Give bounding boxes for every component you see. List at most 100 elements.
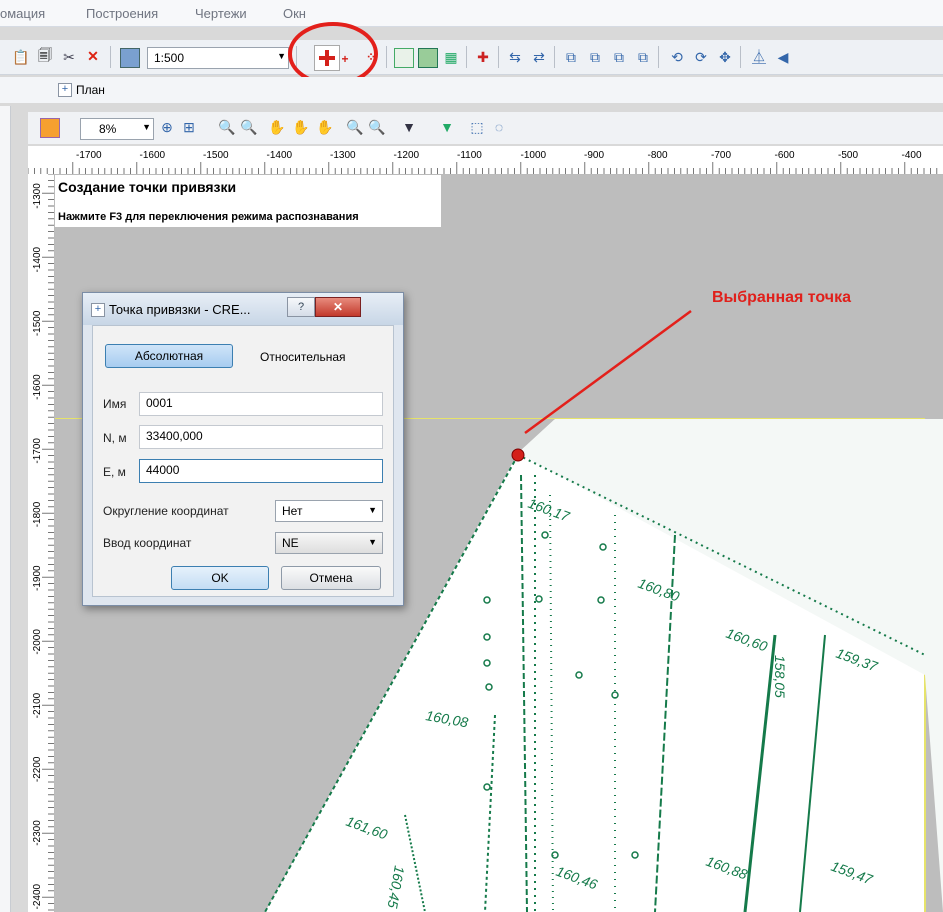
zoom-prev-icon[interactable]: 🔍 (346, 118, 364, 136)
scale-value: 1:500 (154, 51, 185, 65)
reference-point-dialog: + Точка привязки - CRE... ? ✕ Абсолютная… (82, 292, 404, 606)
rotate-right-icon[interactable]: ⟳ (692, 48, 710, 66)
pan-icon[interactable]: ✋ (268, 118, 286, 136)
delete-icon[interactable]: ✕ (84, 47, 102, 65)
dialog-titlebar[interactable]: + Точка привязки - CRE... ? ✕ (83, 293, 403, 325)
n-coordinate-field[interactable] (139, 425, 383, 449)
zoom-extents-icon[interactable]: ⊞ (180, 118, 198, 136)
e-coordinate-field[interactable] (139, 459, 383, 483)
point-edit-icon[interactable]: ✚ (474, 48, 492, 66)
map-settings-icon[interactable] (40, 118, 60, 138)
zoom-out-icon[interactable]: 🔍 (218, 118, 236, 136)
frame-fill-icon[interactable] (418, 48, 438, 68)
toolbar-separator (498, 46, 499, 68)
menu-item-drawings[interactable]: Чертежи (195, 6, 247, 21)
swap-reverse-icon[interactable]: ⇄ (530, 48, 548, 66)
help-icon[interactable]: ? (287, 297, 315, 317)
pan-new-icon[interactable]: ✋ (316, 118, 334, 136)
copy-icon[interactable]: 🗐 (36, 47, 54, 66)
ruler-tick-label: -2100 (32, 692, 43, 718)
ruler-tick-label: -1500 (32, 310, 43, 336)
ruler-ticks: -1700 -1600 -1500 -1400 -1300 -1200 -1100 -1000… (28, 150, 938, 174)
e-coordinate-input[interactable] (140, 460, 376, 480)
menu-item-automation[interactable]: омация (0, 6, 45, 21)
ruler-tick-label: -1900 (32, 565, 43, 591)
cut-icon[interactable]: ✂ (60, 48, 78, 66)
ruler-tick-label: -500 (838, 150, 858, 161)
filter-icon[interactable]: ▼ (400, 118, 418, 136)
dialog-body: Абсолютная Относительная Имя N, м E, м О… (92, 325, 394, 597)
ruler-tick-label: -1700 (76, 150, 102, 161)
zoom-select[interactable]: 8% ▼ (80, 118, 154, 140)
ruler-tick-label: -600 (775, 150, 795, 161)
expand-icon[interactable]: + (58, 83, 72, 97)
frame-icon[interactable] (394, 48, 414, 68)
toolbar-separator (658, 46, 659, 68)
select-lasso-icon[interactable]: ◌ (490, 118, 508, 136)
layer-front-icon[interactable]: ⧉ (562, 48, 580, 66)
name-input[interactable] (140, 393, 376, 413)
pan-alt-icon[interactable]: ✋ (292, 118, 310, 136)
ruler-tick-label: -1800 (32, 501, 43, 527)
ruler-tick-label: -1100 (457, 150, 482, 161)
window-icon: + (91, 303, 105, 317)
selected-point-marker[interactable] (511, 448, 525, 462)
menu-bar: омация Построения Чертежи Окн (0, 0, 943, 27)
move-icon[interactable]: ✥ (716, 48, 734, 66)
ruler-tick-label: -2400 (32, 883, 43, 909)
grid-transform-icon[interactable]: ▦ (442, 48, 460, 66)
dialog-title: Точка привязки - CRE... (109, 302, 251, 317)
annotation-arrow (524, 309, 692, 435)
grid-points-icon[interactable]: ⁘ (362, 48, 380, 66)
input-mode-value: NE (282, 536, 299, 550)
hint-subtitle: Нажмите F3 для переключения режима распо… (58, 211, 359, 223)
zoom-next-icon[interactable]: 🔍 (368, 118, 386, 136)
ruler-tick-label: -800 (648, 150, 668, 161)
scan-elevation-label: 158,05 (772, 655, 788, 698)
menu-item-constructions[interactable]: Построения (86, 6, 158, 21)
mirror-icon[interactable]: ⏅ (750, 48, 768, 66)
name-field[interactable] (139, 392, 383, 416)
swap-icon[interactable]: ⇆ (506, 48, 524, 66)
rounding-label: Округление координат (103, 504, 229, 518)
rotate-left-icon[interactable]: ⟲ (668, 48, 686, 66)
n-coordinate-input[interactable] (140, 426, 376, 446)
zoom-value: 8% (99, 122, 117, 136)
close-icon[interactable]: ✕ (315, 297, 361, 317)
toolbar-separator (554, 46, 555, 68)
menu-item-window[interactable]: Окн (283, 6, 306, 21)
input-mode-select[interactable]: NE ▼ (275, 532, 383, 554)
hint-title: Создание точки привязки (58, 179, 237, 195)
layer-back-icon[interactable]: ⧉ (586, 48, 604, 66)
name-label: Имя (103, 397, 127, 411)
toolbar-separator (386, 46, 387, 68)
annotation-label: Выбранная точка (712, 289, 851, 306)
ok-button[interactable]: OK (171, 566, 269, 590)
ruler-tick-label: -1600 (32, 374, 43, 400)
properties-icon[interactable] (120, 48, 140, 68)
cancel-button[interactable]: Отмена (281, 566, 381, 590)
ruler-tick-label: -1700 (32, 438, 43, 464)
tab-absolute[interactable]: Абсолютная (105, 344, 233, 368)
scale-select[interactable]: 1:500 ▼ (147, 47, 289, 69)
ruler-ticks: -1300 -1400 -1500 -1600 -1700 -1800 -1900 -2000… (32, 174, 54, 911)
tab-relative[interactable]: Относительная (260, 350, 346, 364)
layer-up-icon[interactable]: ⧉ (610, 48, 628, 66)
mirror-horizontal-icon[interactable]: ◀ (774, 48, 792, 66)
rounding-select[interactable]: Нет ▼ (275, 500, 383, 522)
ruler-tick-label: -1500 (203, 150, 229, 161)
ruler-tick-label: -900 (584, 150, 604, 161)
left-dock-panel (0, 106, 11, 912)
map-toolbar: 8% ▼ ⊕ ⊞ 🔍 🔍 ✋ ✋ ✋ 🔍 🔍 ▼ ▼ ⬚ ◌ (28, 112, 943, 144)
layer-down-icon[interactable]: ⧉ (634, 48, 652, 66)
ruler-tick-label: -2300 (32, 820, 43, 846)
zoom-in-icon[interactable]: 🔍 (240, 118, 258, 136)
select-rect-icon[interactable]: ⬚ (468, 118, 486, 136)
n-label: N, м (103, 431, 127, 445)
filter-add-icon[interactable]: ▼ (438, 118, 456, 136)
plan-tab-label[interactable]: План (76, 83, 105, 97)
zoom-window-icon[interactable]: ⊕ (158, 118, 176, 136)
ruler-tick-label: -1300 (330, 150, 356, 161)
paste-icon[interactable]: 📋 (12, 48, 30, 66)
toolbar-separator (110, 46, 111, 68)
